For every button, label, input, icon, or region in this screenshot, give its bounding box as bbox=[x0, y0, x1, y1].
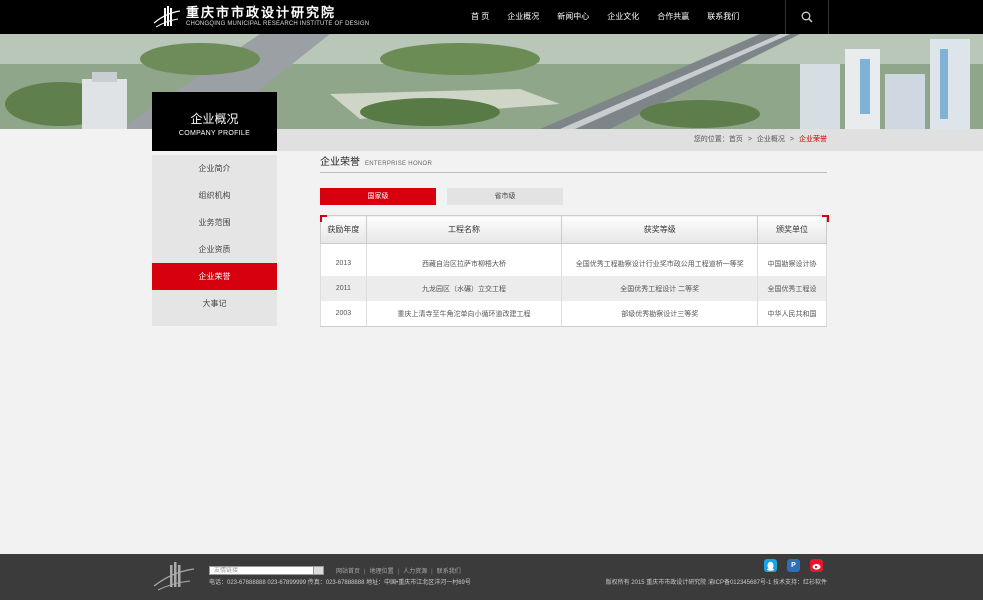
sidebar-item-qualification[interactable]: 企业资质 bbox=[152, 236, 277, 263]
cell-issuer: 中华人民共和国 bbox=[757, 301, 827, 327]
footer-link-home[interactable]: 网站首页 bbox=[336, 569, 360, 575]
sidebar-item-milestones[interactable]: 大事记 bbox=[152, 290, 277, 317]
main-nav: 首 页 企业概况 新闻中心 企业文化 合作共赢 联系我们 bbox=[462, 0, 748, 34]
sidebar-item-business-scope[interactable]: 业务范围 bbox=[152, 209, 277, 236]
cell-project: 西藏自治区拉萨市柳梧大桥 bbox=[365, 251, 563, 276]
section-title: 企业荣誉 bbox=[320, 157, 360, 168]
table-header-row: 获励年度 工程名称 获奖等级 颁奖单位 bbox=[320, 215, 827, 244]
friend-links-select[interactable]: 友情链接 bbox=[209, 566, 324, 575]
cell-award-level: 全国优秀工程设计 二等奖 bbox=[561, 276, 759, 301]
footer-copyright: 版权所有 2015 重庆市市政设计研究院 渝ICP备012345687号-1 技… bbox=[605, 580, 827, 586]
weibo-icon[interactable] bbox=[810, 559, 823, 572]
social-links: P bbox=[764, 559, 833, 572]
sidebar-subtitle: COMPANY PROFILE bbox=[178, 130, 251, 137]
search-button[interactable] bbox=[785, 0, 829, 34]
cell-issuer: 中国勘察设计协 bbox=[757, 251, 827, 276]
cell-year: 2003 bbox=[320, 301, 367, 327]
nav-news[interactable]: 新闻中心 bbox=[548, 0, 598, 34]
nav-cooperation[interactable]: 合作共赢 bbox=[648, 0, 698, 34]
cell-project: 重庆上清寺至牛角沱单向小循环道改建工程 bbox=[365, 301, 563, 327]
main-content: 企业荣誉 ENTERPRISE HONOR 国家级 省市级 获励年度 工程名称 获… bbox=[320, 153, 829, 327]
breadcrumb-separator: > bbox=[789, 136, 794, 143]
table-row: 2003 重庆上清寺至牛角沱单向小循环道改建工程 部级优秀勘察设计三等奖 中华人… bbox=[320, 301, 827, 327]
cell-issuer: 全国优秀工程设 bbox=[757, 276, 827, 301]
sidebar-item-intro[interactable]: 企业简介 bbox=[152, 155, 277, 182]
footer-link-separator: | bbox=[397, 569, 400, 575]
table-corner-left-decoration bbox=[320, 215, 327, 222]
breadcrumb-prefix: 您的位置： bbox=[693, 136, 729, 143]
tab-national[interactable]: 国家级 bbox=[320, 188, 436, 205]
section-subtitle: ENTERPRISE HONOR bbox=[365, 161, 433, 167]
breadcrumb: 您的位置：首页 > 企业概况 > 企业荣誉 bbox=[694, 129, 827, 151]
sidebar-nav: 企业简介 组织机构 业务范围 企业资质 企业荣誉 大事记 bbox=[152, 155, 277, 326]
breadcrumb-company-profile[interactable]: 企业概况 bbox=[757, 136, 785, 143]
column-header-award-level: 获奖等级 bbox=[561, 215, 759, 244]
chevron-down-icon bbox=[313, 567, 323, 574]
column-header-issuer: 颁奖单位 bbox=[757, 215, 827, 244]
qzone-icon[interactable]: P bbox=[787, 559, 800, 572]
cell-year: 2011 bbox=[320, 276, 367, 301]
table-row: 2013 西藏自治区拉萨市柳梧大桥 全国优秀工程勘察设计行业奖市政公用工程道桥一… bbox=[320, 251, 827, 276]
friend-links-placeholder: 友情链接 bbox=[214, 568, 239, 574]
site-logo[interactable]: 重庆市市政设计研究院 CHONGQING MUNICIPAL RESEARCH … bbox=[152, 4, 369, 30]
logo-title: 重庆市市政设计研究院 bbox=[186, 5, 337, 20]
top-navbar: 重庆市市政设计研究院 CHONGQING MUNICIPAL RESEARCH … bbox=[0, 0, 983, 34]
breadcrumb-current: 企业荣誉 bbox=[799, 136, 827, 143]
nav-culture[interactable]: 企业文化 bbox=[598, 0, 648, 34]
site-footer: 友情链接 网站首页 | 地理位置 | 人力资源 | 联系我们 电话：023-67888888… bbox=[0, 554, 983, 600]
footer-logo-icon bbox=[153, 562, 195, 591]
logo-mark-icon bbox=[153, 6, 181, 28]
tab-provincial[interactable]: 省市级 bbox=[447, 188, 563, 205]
honor-table: 获励年度 工程名称 获奖等级 颁奖单位 2013 西藏自治区拉萨市柳梧大桥 全国… bbox=[320, 215, 827, 327]
footer-link-hr[interactable]: 人力资源 bbox=[403, 569, 427, 575]
table-corner-right-decoration bbox=[822, 215, 829, 222]
table-row: 2011 九龙园区（水碾）立交工程 全国优秀工程设计 二等奖 全国优秀工程设 bbox=[320, 276, 827, 301]
cell-year: 2013 bbox=[320, 251, 367, 276]
footer-contact-info: 电话：023-67888888 023-67899999 传真：023-6788… bbox=[209, 580, 471, 586]
sidebar-item-organization[interactable]: 组织机构 bbox=[152, 182, 277, 209]
qq-icon[interactable] bbox=[764, 559, 777, 572]
breadcrumb-bar: 您的位置：首页 > 企业概况 > 企业荣誉 bbox=[277, 129, 983, 151]
sidebar-title: 企业概况 bbox=[190, 112, 239, 126]
search-icon bbox=[801, 11, 813, 23]
column-header-year: 获励年度 bbox=[320, 215, 367, 244]
footer-link-separator: | bbox=[364, 569, 366, 575]
footer-links: 网站首页 | 地理位置 | 人力资源 | 联系我们 bbox=[336, 566, 461, 575]
nav-home[interactable]: 首 页 bbox=[462, 0, 498, 34]
cell-award-level: 部级优秀勘察设计三等奖 bbox=[561, 301, 759, 327]
footer-link-contact[interactable]: 联系我们 bbox=[437, 569, 461, 575]
breadcrumb-separator: > bbox=[747, 136, 752, 143]
column-header-project: 工程名称 bbox=[365, 215, 563, 244]
honor-level-tabs: 国家级 省市级 bbox=[320, 188, 563, 205]
hero-banner-image bbox=[0, 34, 983, 129]
section-header: 企业荣誉 ENTERPRISE HONOR bbox=[320, 153, 827, 173]
breadcrumb-home[interactable]: 首页 bbox=[729, 136, 743, 143]
sidebar-item-honor[interactable]: 企业荣誉 bbox=[152, 263, 277, 290]
logo-subtitle: CHONGQING MUNICIPAL RESEARCH INSTITUTE O… bbox=[186, 21, 370, 27]
cell-award-level: 全国优秀工程勘察设计行业奖市政公用工程道桥一等奖 bbox=[561, 251, 759, 276]
sidebar-title-block: 企业概况 COMPANY PROFILE bbox=[152, 92, 277, 151]
nav-contact[interactable]: 联系我们 bbox=[698, 0, 748, 34]
cell-project: 九龙园区（水碾）立交工程 bbox=[365, 276, 563, 301]
footer-link-separator: | bbox=[431, 569, 433, 575]
footer-link-location[interactable]: 地理位置 bbox=[370, 569, 394, 575]
nav-company-profile[interactable]: 企业概况 bbox=[498, 0, 548, 34]
